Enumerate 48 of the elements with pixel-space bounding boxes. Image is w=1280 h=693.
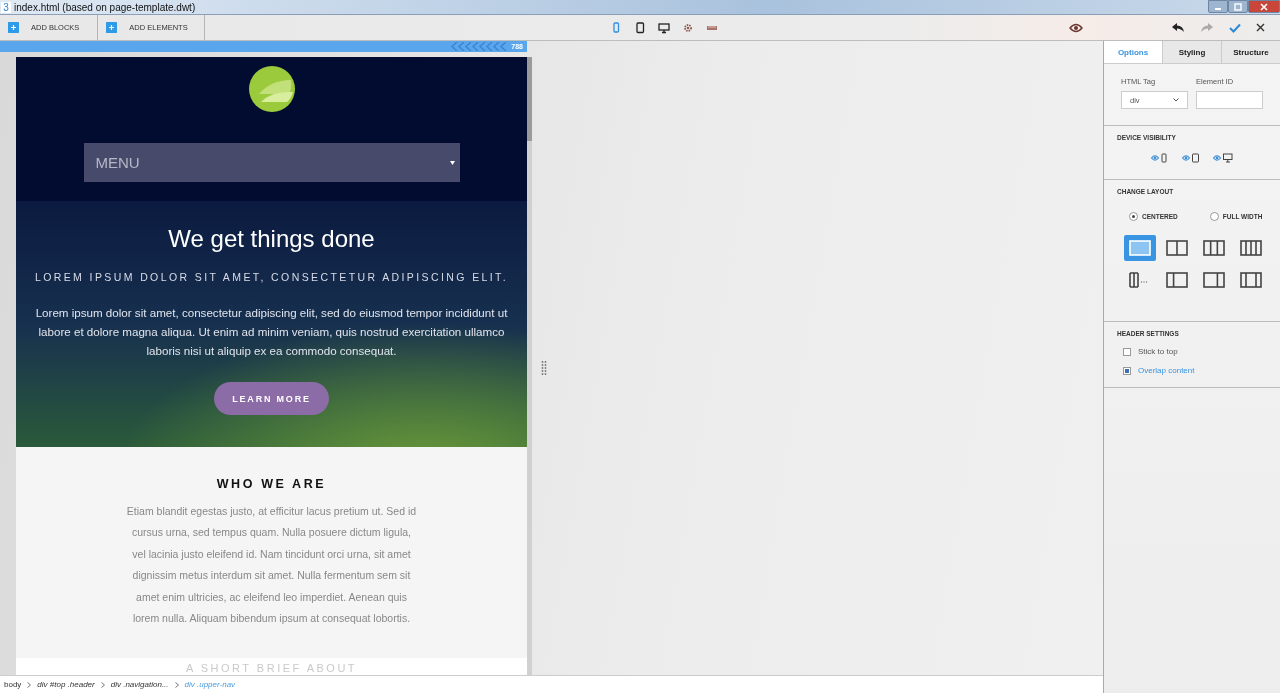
hero-text: Lorem ipsum dolor sit amet, consectetur adipiscing elit, sed do eiusmod tempor incididunt ut labore et dolore magna aliqua. Ut enim ad minim veniam, quis nostrud exercitation ullamco laboris nisi ut aliquip ex ea commodo consequat.: [34, 305, 509, 359]
breadcrumb-item[interactable]: div #top .header: [37, 680, 95, 689]
breadcrumb-item[interactable]: body: [4, 680, 22, 689]
chevron-icon: [174, 681, 179, 688]
header-setting-checkbox[interactable]: Stick to top: [1123, 347, 1267, 356]
columns-icon: [1203, 272, 1225, 288]
maximize-icon: [1234, 2, 1242, 11]
scrollbar[interactable]: [527, 57, 532, 675]
chevron-icon: [100, 681, 105, 688]
preview-eye-icon[interactable]: [1069, 22, 1083, 33]
menu-dropdown[interactable]: MENU: [83, 143, 460, 182]
panel-tab[interactable]: Styling: [1162, 41, 1221, 63]
hero-title: We get things done: [168, 225, 375, 253]
plus-icon: [8, 22, 19, 33]
columns-icon: [1203, 240, 1225, 256]
tablet-icon[interactable]: [633, 21, 646, 34]
close-icon: [1260, 2, 1268, 11]
resize-handle-icon[interactable]: [541, 361, 547, 375]
desktop-icon[interactable]: [657, 21, 670, 34]
about-title: WHO WE ARE: [215, 477, 328, 491]
maximize-button[interactable]: [1228, 0, 1248, 13]
breadcrumb-item[interactable]: div .navigation...: [110, 680, 169, 689]
chevrons-icon: [451, 42, 508, 51]
desktop-visibility-icon[interactable]: [1213, 153, 1233, 163]
tablet-visibility-icon[interactable]: [1182, 153, 1202, 163]
columns-icon: [1166, 240, 1188, 256]
close-icon[interactable]: [1256, 23, 1265, 32]
about-text: Etiam blandit egestas justo, at efficitur lacus pretium ut. Sed id cursus urna, sed tempus quam. Nulla posuere dictum ligula, vel lacinia justo eleifend id. Nam tincidunt orci urna, sit amet dignissim metus interdum sit amet. Nulla fermentum sem sit amet enim ultricies, ac eleifend leo imperdiet. Aenean quis lorem nulla. Aliquam bibendum ipsum at consequat lobortis.: [125, 504, 418, 627]
plus-icon: [106, 22, 118, 33]
confirm-check-icon[interactable]: [1229, 22, 1241, 33]
undo-icon[interactable]: [1171, 21, 1185, 34]
hero-subtitle: LOREM IPSUM DOLOR SIT AMET, CONSECTETUR ADIPISCING ELIT.: [34, 271, 509, 283]
window-title: index.html (based on page-template.dwt): [14, 1, 197, 13]
close-button[interactable]: [1248, 0, 1280, 13]
caret-icon: [1173, 98, 1179, 102]
app-badge: 3: [1, 1, 11, 13]
columns-icon: [1166, 272, 1188, 288]
minimize-button[interactable]: [1208, 0, 1228, 13]
caret-icon: [449, 160, 455, 165]
settings-icon[interactable]: [681, 21, 694, 34]
columns-icon: [1129, 240, 1151, 256]
panel-tab[interactable]: Structure: [1221, 41, 1280, 63]
chevron-icon: [27, 681, 32, 688]
columns-icon: [1240, 240, 1262, 256]
learn-more-button[interactable]: LEARN MORE: [214, 382, 329, 415]
logo-icon: [248, 66, 295, 112]
columns-icon: [1240, 272, 1262, 288]
element-id-field[interactable]: [1196, 91, 1263, 109]
